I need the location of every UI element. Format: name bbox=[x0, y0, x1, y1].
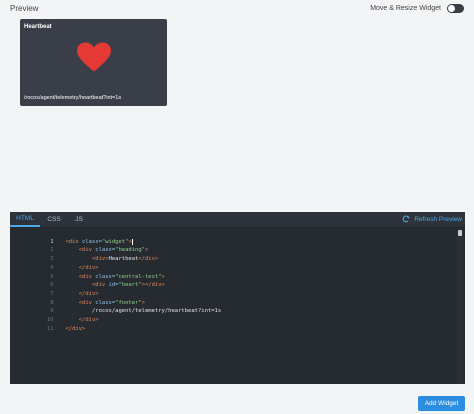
editor-tab-bar: HTML CSS JS Refresh Preview bbox=[10, 212, 465, 228]
code-line: 2 <div class="heading"> bbox=[50, 247, 149, 254]
preview-label: Preview bbox=[10, 3, 39, 13]
tab-css[interactable]: CSS bbox=[43, 212, 65, 227]
widget-heading: Heartbeat bbox=[24, 24, 52, 30]
code-line: 10 </div> bbox=[46, 317, 99, 323]
refresh-preview-label: Refresh Preview bbox=[414, 216, 462, 223]
move-resize-control: Move & Resize Widget bbox=[370, 3, 464, 13]
refresh-icon bbox=[402, 215, 410, 225]
code-line: 3 <div>Heartbeat</div> bbox=[50, 256, 159, 263]
code-line: 1 <div class="widget"> bbox=[50, 238, 133, 245]
toggle-knob bbox=[448, 4, 455, 12]
code-line: 8 <div class="footer"> bbox=[50, 299, 145, 306]
code-line: 7 </div> bbox=[50, 290, 99, 297]
refresh-preview-button[interactable]: Refresh Preview bbox=[402, 212, 462, 227]
heart-icon bbox=[77, 42, 111, 78]
code-line: 11 </div> bbox=[46, 325, 86, 332]
widget-preview[interactable]: Heartbeat /rocos/agent/telemetry/heartbe… bbox=[20, 19, 167, 106]
code-line: 4 </div> bbox=[50, 264, 99, 271]
code-line: 9 /rocos/agent/telemetry/heartbeat?int=1… bbox=[50, 308, 222, 315]
code-line: 6 <div id="heart"></div> bbox=[50, 282, 165, 289]
editor-scrollbar[interactable] bbox=[457, 229, 463, 384]
tab-js[interactable]: JS bbox=[69, 212, 89, 227]
code-editor: HTML CSS JS Refresh Preview 1 <div class=… bbox=[10, 212, 465, 384]
move-resize-toggle[interactable] bbox=[447, 3, 464, 13]
widget-footer: /rocos/agent/telemetry/heartbeat?int=1s bbox=[24, 95, 122, 101]
widget-editor-page: Preview Move & Resize Widget Heartbeat /… bbox=[0, 0, 474, 414]
preview-header: Preview Move & Resize Widget bbox=[10, 0, 464, 16]
code-area[interactable]: 1 <div class="widget"> 2 <div class="head… bbox=[10, 229, 465, 384]
move-resize-label: Move & Resize Widget bbox=[370, 4, 441, 12]
scroll-thumb[interactable] bbox=[458, 230, 462, 236]
code-line: 5 <div class="central-text"> bbox=[50, 273, 165, 280]
add-widget-button[interactable]: Add Widget bbox=[418, 396, 465, 411]
tab-html[interactable]: HTML bbox=[10, 212, 40, 227]
